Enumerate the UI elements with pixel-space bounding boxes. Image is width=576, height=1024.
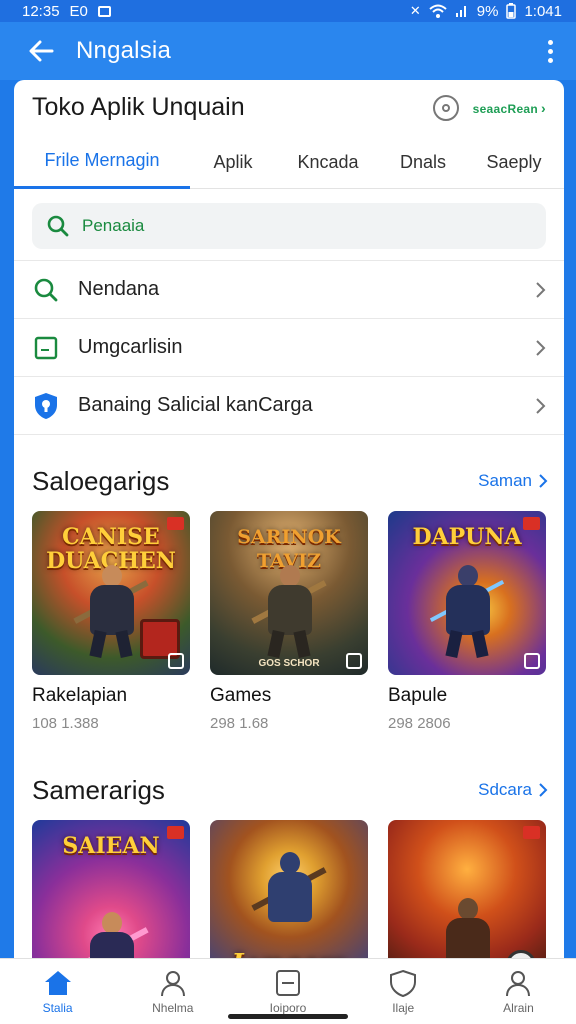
menu-item-label: Nendana bbox=[78, 278, 160, 300]
menu-item-banaing[interactable]: Banaing Salicial kanCarga bbox=[14, 377, 564, 435]
app-subtitle: 298 1.68 bbox=[210, 715, 269, 732]
section-header-saloegarigs: Saloegarigs Saman bbox=[14, 451, 564, 511]
status-label: E0 bbox=[69, 2, 88, 20]
home-indicator[interactable] bbox=[228, 1014, 348, 1019]
more-options-icon[interactable] bbox=[542, 36, 558, 66]
nav-label: Alrain bbox=[503, 1001, 534, 1015]
app-thumbnail: SARINOK TAVIZ GOS SCHOR bbox=[210, 511, 368, 675]
battery-percent: 9% bbox=[476, 2, 499, 20]
app-title: Bapule bbox=[388, 685, 448, 706]
notification-icon bbox=[97, 5, 111, 17]
status-time: 12:35 bbox=[22, 2, 60, 20]
nav-label: Ilaje bbox=[392, 1001, 415, 1015]
section-link-label: Sdcara bbox=[478, 780, 532, 799]
search-input[interactable]: Penaaia bbox=[32, 203, 546, 249]
person-icon bbox=[160, 971, 185, 997]
section-see-all-link[interactable]: Saman bbox=[478, 471, 548, 491]
rating-badge bbox=[167, 826, 184, 839]
install-badge-icon bbox=[346, 653, 362, 669]
tab-saeply[interactable]: Saeply bbox=[466, 135, 562, 189]
rating-badge bbox=[167, 517, 184, 530]
section-see-all-link[interactable]: Sdcara bbox=[478, 780, 548, 800]
app-card[interactable]: SARINOK TAVIZ GOS SCHOR Games 298 1.68 bbox=[210, 511, 368, 732]
tablet-icon bbox=[276, 970, 300, 996]
chevron-right-icon bbox=[539, 783, 548, 797]
install-badge-icon bbox=[168, 653, 184, 669]
search-section: Penaaia bbox=[14, 189, 564, 261]
search-icon bbox=[32, 276, 60, 304]
thumbnail-logo-text: SAIEAN bbox=[62, 833, 160, 859]
section-samerarigs: Samerarigs Sdcara SAIEAN Lyngars bbox=[14, 760, 564, 984]
menu-item-label: Umgcarlisin bbox=[78, 336, 183, 358]
rating-badge bbox=[523, 826, 540, 839]
thumbnail-logo-text: DAPUNA bbox=[412, 524, 522, 550]
nav-item-alrain[interactable]: Alrain bbox=[461, 959, 576, 1024]
app-subtitle: 108 1.388 bbox=[32, 715, 99, 732]
chevron-right-icon bbox=[536, 339, 546, 356]
nav-label: Nhelma bbox=[152, 1001, 194, 1015]
chevron-right-icon bbox=[536, 281, 546, 298]
chevron-right-icon bbox=[536, 397, 546, 414]
app-bar: Nngalsia bbox=[0, 22, 576, 80]
tab-dnals[interactable]: Dnals bbox=[380, 135, 466, 189]
header-link[interactable]: seaacRean › bbox=[473, 100, 546, 116]
tab-bar: Frile Mernagin Aplik Kncada Dnals Saeply bbox=[14, 135, 564, 189]
shield-icon bbox=[32, 392, 60, 420]
app-title: Rakelapian bbox=[32, 685, 128, 706]
search-icon bbox=[47, 215, 69, 237]
header-link-label: seaacRean bbox=[472, 101, 539, 116]
menu-item-label: Banaing Salicial kanCarga bbox=[78, 394, 313, 416]
rating-badge bbox=[523, 517, 540, 530]
section-title: Samerarigs bbox=[32, 774, 165, 805]
mute-icon: ✕ bbox=[409, 3, 421, 18]
character-art bbox=[251, 852, 327, 944]
section-title: Saloegarigs bbox=[32, 465, 170, 496]
menu-item-umgcarlisin[interactable]: Umgcarlisin bbox=[14, 319, 564, 377]
character-art bbox=[73, 565, 149, 658]
nav-label: Ioiporo bbox=[269, 1001, 307, 1015]
section-header-samerarigs: Samerarigs Sdcara bbox=[14, 760, 564, 820]
app-card[interactable]: CANISE DUACHEN Rakelapian 108 1.388 bbox=[32, 511, 190, 732]
wifi-icon bbox=[429, 4, 447, 18]
install-badge-icon bbox=[524, 653, 540, 669]
chevron-right-icon: › bbox=[541, 99, 546, 116]
nav-item-ilaje[interactable]: Ilaje bbox=[346, 959, 461, 1024]
menu-item-nendana[interactable]: Nendana bbox=[14, 261, 564, 319]
character-art bbox=[251, 565, 327, 658]
store-sheet: Toko Aplik Unquain seaacRean › Frile Mern… bbox=[14, 80, 564, 1024]
nav-label: Stalia bbox=[42, 1001, 73, 1015]
search-placeholder: Penaaia bbox=[82, 216, 145, 235]
signal-icon bbox=[455, 6, 466, 17]
app-thumbnail: CANISE DUACHEN bbox=[32, 511, 190, 675]
shield-icon bbox=[390, 969, 417, 997]
app-card[interactable]: DAPUNA Bapule 298 2806 bbox=[388, 511, 546, 732]
app-thumbnail: DAPUNA bbox=[388, 511, 546, 675]
battery-icon bbox=[506, 3, 517, 19]
account-icon bbox=[506, 971, 531, 997]
chevron-right-icon bbox=[539, 474, 548, 488]
app-bar-title: Nngalsia bbox=[76, 37, 171, 64]
store-title: Toko Aplik Unquain bbox=[32, 93, 245, 121]
nav-item-stalia[interactable]: Stalia bbox=[0, 959, 115, 1024]
square-icon bbox=[32, 334, 60, 362]
character-art bbox=[429, 565, 505, 658]
tab-kncada[interactable]: Kncada bbox=[276, 135, 380, 189]
status-clock: 1:041 bbox=[524, 2, 562, 20]
help-icon[interactable] bbox=[432, 94, 459, 121]
app-subtitle: 298 2806 bbox=[388, 715, 451, 732]
nav-item-nhelma[interactable]: Nhelma bbox=[115, 959, 230, 1024]
thumbnail-caption: GOS SCHOR bbox=[258, 658, 320, 669]
back-arrow-icon[interactable] bbox=[26, 36, 56, 66]
store-header: Toko Aplik Unquain seaacRean › bbox=[14, 80, 564, 135]
app-card-list: CANISE DUACHEN Rakelapian 108 1.388 SARI… bbox=[14, 511, 564, 732]
section-link-label: Saman bbox=[478, 471, 532, 490]
home-icon bbox=[44, 971, 71, 995]
status-bar: 12:35 E0 ✕ 9% 1:041 bbox=[0, 0, 576, 22]
tab-frile-mernagin[interactable]: Frile Mernagin bbox=[14, 135, 190, 189]
tab-aplik[interactable]: Aplik bbox=[190, 135, 276, 189]
app-title: Games bbox=[210, 685, 272, 706]
